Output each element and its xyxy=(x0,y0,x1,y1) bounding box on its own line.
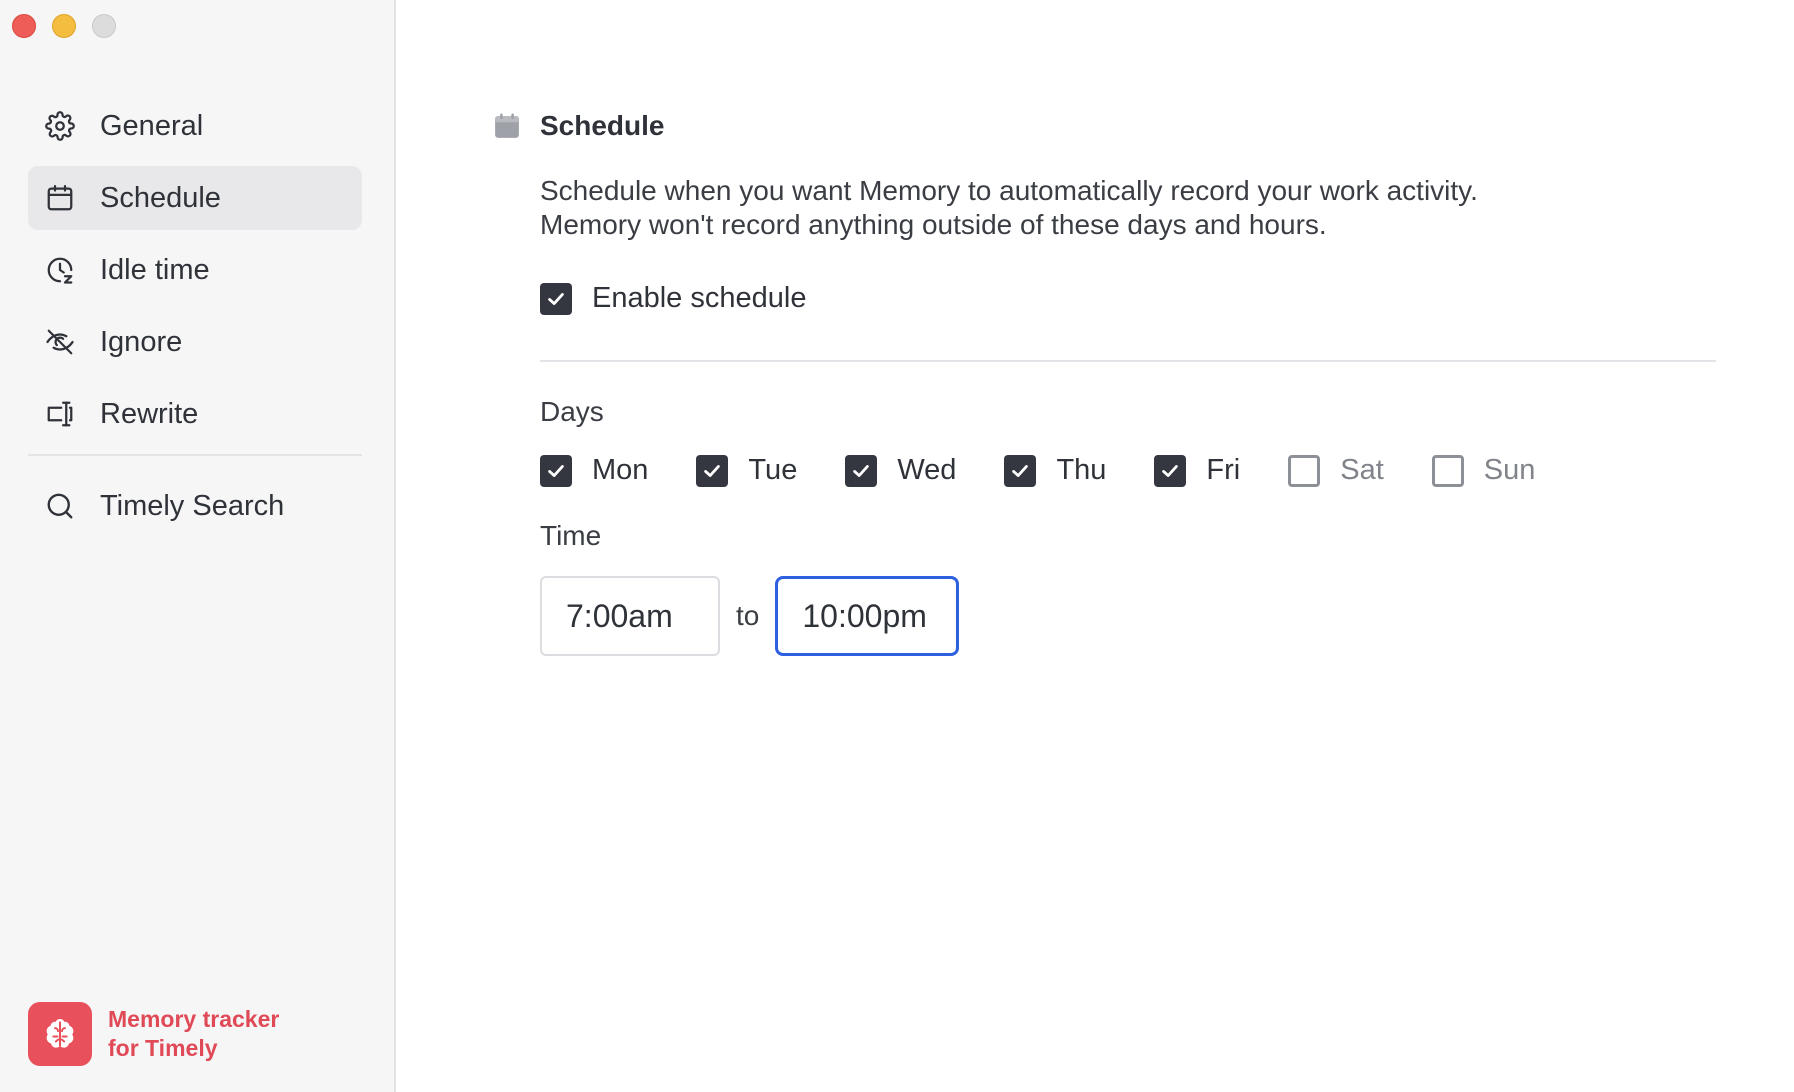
brand: Memory tracker for Timely xyxy=(28,1002,279,1066)
day-sun-checkbox[interactable] xyxy=(1431,454,1464,487)
day-sat[interactable]: Sat xyxy=(1288,454,1384,487)
brain-icon xyxy=(28,1002,92,1066)
time-label: Time xyxy=(540,520,602,551)
sidebar-item-label: General xyxy=(100,109,204,142)
time-from-input[interactable] xyxy=(540,576,720,656)
sidebar-divider xyxy=(28,454,362,456)
calendar-icon xyxy=(44,182,76,214)
day-label[interactable]: Sun xyxy=(1484,454,1536,487)
search-icon xyxy=(44,490,76,522)
settings-window: General Schedule Idle time Ignore Rewrit… xyxy=(0,0,1794,1092)
days-label: Days xyxy=(540,396,604,427)
close-window-button[interactable] xyxy=(12,14,36,38)
days-row: Mon Tue Wed Thu Fri Sat Sun xyxy=(540,454,1583,487)
main-panel: Schedule Schedule when you want Memory t… xyxy=(396,0,1794,1092)
zoom-window-button[interactable] xyxy=(92,14,116,38)
day-wed-checkbox[interactable] xyxy=(845,454,878,487)
day-label[interactable]: Wed xyxy=(897,454,956,487)
enable-schedule-checkbox[interactable] xyxy=(540,282,572,315)
text-cursor-icon xyxy=(44,398,76,430)
time-separator: to xyxy=(736,600,760,631)
window-controls xyxy=(12,14,116,38)
day-tue-checkbox[interactable] xyxy=(696,454,729,487)
description-line-2: Memory won't record anything outside of … xyxy=(540,209,1327,240)
day-wed[interactable]: Wed xyxy=(845,454,956,487)
time-range: to xyxy=(540,576,960,656)
minimize-window-button[interactable] xyxy=(52,14,76,38)
enable-schedule-row: Enable schedule xyxy=(540,282,806,315)
sidebar-item-idle-time[interactable]: Idle time xyxy=(28,238,362,302)
calendar-icon xyxy=(492,111,522,141)
description-line-1: Schedule when you want Memory to automat… xyxy=(540,175,1478,206)
time-to-input[interactable] xyxy=(775,576,960,656)
section-description: Schedule when you want Memory to automat… xyxy=(540,174,1640,242)
day-label[interactable]: Fri xyxy=(1206,454,1240,487)
clock-idle-icon xyxy=(44,254,76,286)
gear-icon xyxy=(44,110,76,142)
divider xyxy=(540,360,1716,362)
sidebar-item-label: Ignore xyxy=(100,325,183,358)
sidebar-item-ignore[interactable]: Ignore xyxy=(28,310,362,374)
brand-line-1: Memory tracker xyxy=(108,1006,280,1032)
day-label[interactable]: Sat xyxy=(1340,454,1384,487)
sidebar-item-label: Idle time xyxy=(100,253,210,286)
sidebar-item-general[interactable]: General xyxy=(28,94,362,158)
day-fri[interactable]: Fri xyxy=(1154,454,1240,487)
day-thu[interactable]: Thu xyxy=(1004,454,1106,487)
sidebar-item-timely-search[interactable]: Timely Search xyxy=(28,474,362,538)
day-label[interactable]: Mon xyxy=(592,454,648,487)
enable-schedule-label[interactable]: Enable schedule xyxy=(592,282,806,315)
brand-line-2: for Timely xyxy=(108,1035,218,1061)
sidebar-nav: General Schedule Idle time Ignore Rewrit… xyxy=(28,94,362,546)
sidebar: General Schedule Idle time Ignore Rewrit… xyxy=(0,0,396,1092)
day-mon-checkbox[interactable] xyxy=(540,454,572,487)
day-label[interactable]: Tue xyxy=(748,454,797,487)
day-tue[interactable]: Tue xyxy=(696,454,797,487)
day-sun[interactable]: Sun xyxy=(1431,454,1536,487)
sidebar-item-schedule[interactable]: Schedule xyxy=(28,166,362,230)
day-thu-checkbox[interactable] xyxy=(1004,454,1037,487)
day-label[interactable]: Thu xyxy=(1056,454,1106,487)
day-fri-checkbox[interactable] xyxy=(1154,454,1187,487)
section-header: Schedule xyxy=(492,110,664,142)
page-title: Schedule xyxy=(540,110,665,141)
brand-name: Memory tracker for Timely xyxy=(108,1005,279,1063)
day-sat-checkbox[interactable] xyxy=(1288,454,1321,487)
day-mon[interactable]: Mon xyxy=(540,454,648,487)
sidebar-item-label: Schedule xyxy=(100,181,221,214)
sidebar-item-label: Timely Search xyxy=(100,489,285,522)
sidebar-item-rewrite[interactable]: Rewrite xyxy=(28,382,362,446)
eye-slash-icon xyxy=(44,326,76,358)
sidebar-item-label: Rewrite xyxy=(100,397,199,430)
